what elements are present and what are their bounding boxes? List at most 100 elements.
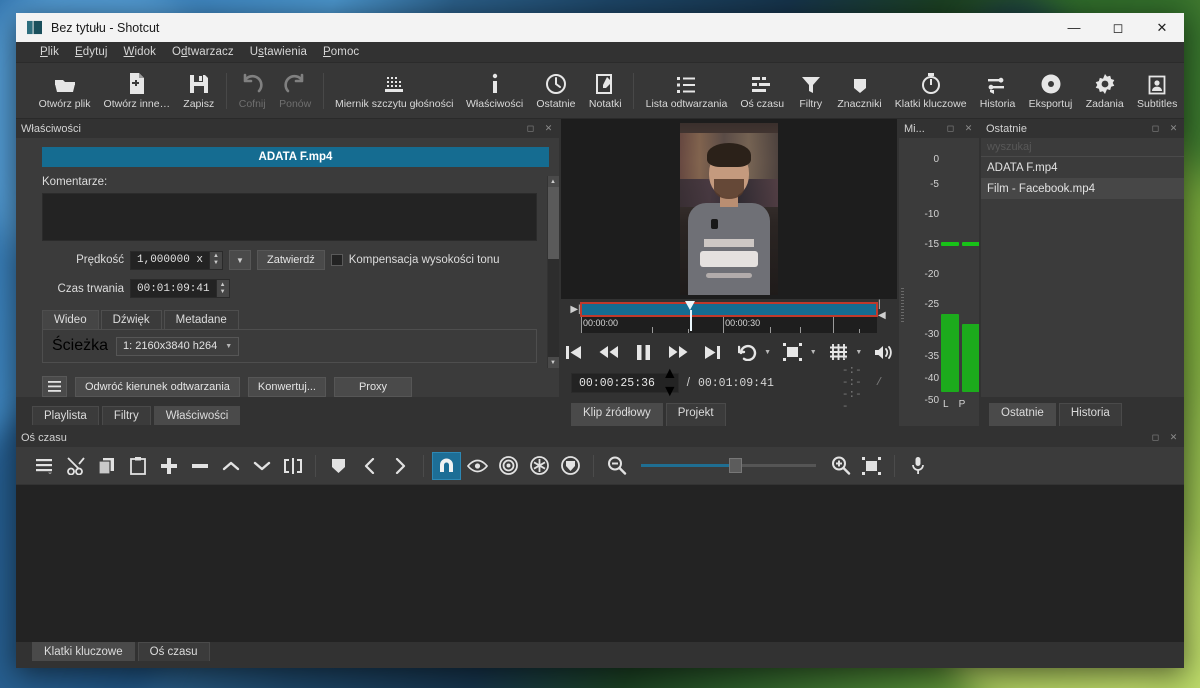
pitch-compensation-checkbox[interactable]: [331, 254, 343, 266]
duration-stepper-arrows[interactable]: ▲▼: [216, 280, 229, 297]
tab-projekt[interactable]: Projekt: [666, 403, 726, 426]
timeline-zoom-slider[interactable]: [641, 456, 816, 476]
player-scrubber[interactable]: ▶| |◀ 00:00:00 00:00:30: [561, 299, 897, 335]
lift-button[interactable]: [216, 452, 245, 480]
toolbar-open-file[interactable]: Otwórz plik: [32, 64, 97, 118]
tab-dzwiek[interactable]: Dźwięk: [101, 310, 162, 329]
ripple-all-tracks-toggle[interactable]: [525, 452, 554, 480]
ripple-delete-button[interactable]: [185, 452, 214, 480]
apply-speed-button[interactable]: Zatwierdź: [257, 250, 325, 270]
tab-klip-zrodlowy[interactable]: Klip źródłowy: [571, 403, 663, 426]
toolbar-playlist[interactable]: Lista odtwarzania: [639, 64, 733, 118]
scroll-track[interactable]: [548, 187, 559, 357]
rewind-button[interactable]: [596, 339, 622, 365]
video-preview[interactable]: [561, 119, 897, 299]
toolbar-subtitles[interactable]: Subtitles: [1130, 64, 1184, 118]
timeline-marker-button[interactable]: [324, 452, 353, 480]
pause-button[interactable]: [630, 339, 656, 365]
comments-input[interactable]: [42, 193, 537, 241]
menu-widok[interactable]: Widok: [116, 44, 164, 60]
meter-float-button[interactable]: ◻: [943, 122, 958, 136]
meter-close-button[interactable]: ✕: [961, 122, 976, 136]
zoom-out-button[interactable]: [602, 452, 631, 480]
timeline-close-button[interactable]: ✕: [1166, 431, 1181, 445]
minimize-button[interactable]: —: [1052, 13, 1096, 42]
menu-edytuj[interactable]: Edytuj: [67, 44, 116, 60]
toolbar-save[interactable]: Zapisz: [177, 64, 221, 118]
tab-playlista[interactable]: Playlista: [32, 406, 99, 425]
timeline-float-button[interactable]: ◻: [1148, 431, 1163, 445]
loop-button[interactable]: [734, 339, 760, 365]
scroll-up-arrow[interactable]: ▲: [548, 176, 559, 187]
toolbar-undo[interactable]: Cofnij: [232, 64, 272, 118]
duration-spinner[interactable]: 00:01:09:41 ▲▼: [130, 279, 230, 298]
ripple-markers-toggle[interactable]: [556, 452, 585, 480]
tab-metadane[interactable]: Metadane: [164, 310, 239, 329]
meter-resize-grip[interactable]: [901, 288, 904, 322]
maximize-button[interactable]: ◻: [1096, 13, 1140, 42]
toolbar-filters[interactable]: Filtry: [791, 64, 831, 118]
skip-to-end-button[interactable]: [700, 339, 726, 365]
toolbar-history[interactable]: Historia: [973, 64, 1022, 118]
scroll-thumb[interactable]: [548, 187, 559, 259]
zoom-in-button[interactable]: [826, 452, 855, 480]
loop-dropdown-caret[interactable]: ▼: [764, 349, 771, 356]
menu-ustawienia[interactable]: Ustawienia: [242, 44, 315, 60]
tab-klatki-kluczowe[interactable]: Klatki kluczowe: [32, 642, 135, 661]
toolbar-open-other[interactable]: Otwórz inne…: [97, 64, 176, 118]
toolbar-export[interactable]: Eksportuj: [1022, 64, 1079, 118]
split-button[interactable]: [278, 452, 307, 480]
zoom-dropdown-caret[interactable]: ▼: [810, 349, 817, 356]
position-stepper-arrows[interactable]: ▲▼: [662, 365, 678, 401]
overwrite-button[interactable]: [247, 452, 276, 480]
ripple-toggle[interactable]: [494, 452, 523, 480]
toolbar-markers[interactable]: Znaczniki: [831, 64, 889, 118]
tab-wlasciwosci[interactable]: Właściwości: [154, 406, 241, 425]
toolbar-recent[interactable]: Ostatnie: [530, 64, 582, 118]
recent-float-button[interactable]: ◻: [1148, 122, 1163, 136]
zoom-fit-button[interactable]: [780, 339, 806, 365]
tab-ostatnie[interactable]: Ostatnie: [989, 403, 1056, 426]
playhead[interactable]: [685, 301, 696, 331]
timeline-menu-button[interactable]: [30, 452, 59, 480]
cut-button[interactable]: [61, 452, 90, 480]
close-button[interactable]: ✕: [1140, 13, 1184, 42]
scrubber-track[interactable]: [580, 302, 878, 317]
append-button[interactable]: [154, 452, 183, 480]
tab-os-czasu[interactable]: Oś czasu: [138, 642, 210, 661]
properties-menu-button[interactable]: [42, 376, 67, 397]
reverse-playback-button[interactable]: Odwróć kierunek odtwarzania: [75, 377, 240, 397]
tab-wideo[interactable]: Wideo: [42, 310, 99, 329]
speed-spinner[interactable]: 1,000000 x ▲▼: [130, 251, 223, 270]
toolbar-keyframes[interactable]: Klatki kluczowe: [888, 64, 973, 118]
next-marker-button[interactable]: [386, 452, 415, 480]
proxy-button[interactable]: Proxy: [334, 377, 412, 397]
recent-close-button[interactable]: ✕: [1166, 122, 1181, 136]
timeline-canvas[interactable]: [16, 485, 1184, 642]
scroll-down-arrow[interactable]: ▼: [548, 357, 559, 368]
tab-filtry[interactable]: Filtry: [102, 406, 151, 425]
copy-button[interactable]: [92, 452, 121, 480]
track-select[interactable]: 1: 2160x3840 h264 ▼: [116, 337, 239, 356]
properties-scrollbar[interactable]: ▲ ▼: [547, 176, 559, 368]
out-point-icon[interactable]: |◀: [878, 302, 887, 317]
tab-historia[interactable]: Historia: [1059, 403, 1122, 426]
toolbar-timeline[interactable]: Oś czasu: [734, 64, 791, 118]
current-position-field[interactable]: 00:00:25:36 ▲▼: [571, 373, 679, 393]
list-item[interactable]: Film - Facebook.mp4: [981, 178, 1184, 199]
paste-button[interactable]: [123, 452, 152, 480]
zoom-timeline-fit-button[interactable]: [857, 452, 886, 480]
recent-list[interactable]: ADATA F.mp4 Film - Facebook.mp4: [981, 157, 1184, 397]
skip-to-start-button[interactable]: [561, 339, 587, 365]
toolbar-redo[interactable]: Ponów: [272, 64, 318, 118]
list-item[interactable]: ADATA F.mp4: [981, 157, 1184, 178]
properties-float-button[interactable]: ◻: [523, 122, 538, 136]
snap-toggle[interactable]: [432, 452, 461, 480]
menu-pomoc[interactable]: Pomoc: [315, 44, 367, 60]
menu-odtwarzacz[interactable]: Odtwarzacz: [164, 44, 242, 60]
speed-preset-dropdown[interactable]: ▼: [229, 250, 251, 270]
record-audio-button[interactable]: [903, 452, 932, 480]
properties-close-button[interactable]: ✕: [541, 122, 556, 136]
scrub-toggle[interactable]: [463, 452, 492, 480]
volume-button[interactable]: [871, 339, 897, 365]
